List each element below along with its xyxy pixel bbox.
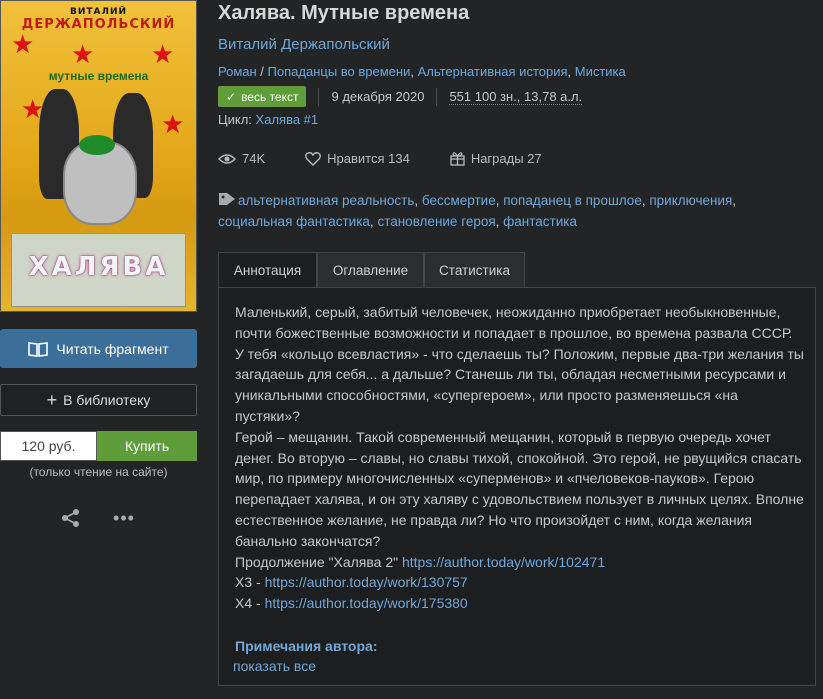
tag-link[interactable]: приключения <box>649 193 732 208</box>
x3-line: Х3 - https://author.today/work/130757 <box>235 572 805 593</box>
purchase-note: (только чтение на сайте) <box>29 465 168 479</box>
plus-icon: + <box>46 390 58 410</box>
sequel-line: Продолжение "Халява 2" https://author.to… <box>235 552 805 573</box>
x3-link[interactable]: https://author.today/work/130757 <box>265 574 468 590</box>
genre-list: Роман / Попаданцы во времени, Альтернати… <box>218 64 626 79</box>
genre-link[interactable]: Роман <box>218 64 257 79</box>
genre-link[interactable]: Альтернативная история <box>418 64 568 79</box>
show-all-link[interactable]: показать все <box>233 658 316 674</box>
tag-link[interactable]: становление героя <box>377 214 495 229</box>
annotation-paragraph: Герой – мещанин. Такой современный мещан… <box>235 428 804 549</box>
eye-icon <box>218 153 236 164</box>
add-to-library-button[interactable]: + В библиотеку <box>0 384 197 416</box>
status-row: ✓ весь текст 9 декабря 2020 551 100 зн.,… <box>218 86 583 107</box>
annotation-panel: Маленький, серый, забитый человечек, нео… <box>218 287 816 686</box>
cover-dollar-bill: ХАЛЯВА <box>11 233 186 307</box>
read-fragment-button[interactable]: Читать фрагмент <box>0 329 197 368</box>
cover-author-first: ВИТАЛИЙ <box>69 7 128 17</box>
cycle-link[interactable]: Халява #1 <box>256 112 319 127</box>
publish-date: 9 декабря 2020 <box>331 89 425 104</box>
share-icon[interactable] <box>60 507 82 529</box>
cover-title: ХАЛЯВА <box>28 252 169 282</box>
cover-star: ★ <box>71 39 95 69</box>
cover-gem <box>79 135 115 155</box>
heart-icon <box>305 152 322 166</box>
likes-count: Нравится 134 <box>327 151 410 166</box>
divider <box>436 87 438 106</box>
tab-annotation[interactable]: Аннотация <box>218 252 317 287</box>
sequel-link[interactable]: https://author.today/work/102471 <box>402 554 605 570</box>
awards-stat[interactable]: Награды 27 <box>450 151 542 166</box>
cover-author-last: ДЕРЖАПОЛЬСКИЙ <box>21 17 176 32</box>
cover-star: ★ <box>151 39 175 69</box>
tag-list: альтернативная реальность, бессмертие, п… <box>218 193 737 229</box>
divider <box>318 87 320 106</box>
annotation-paragraph: Маленький, серый, забитый человечек, нео… <box>235 304 804 424</box>
status-badge: ✓ весь текст <box>218 86 307 107</box>
tag-link[interactable]: фантастика <box>503 214 577 229</box>
tab-bar: Аннотация Оглавление Статистика <box>218 252 525 287</box>
x4-link[interactable]: https://author.today/work/175380 <box>265 595 468 611</box>
cover-subtitle: мутные времена <box>48 69 149 83</box>
tag-link[interactable]: попаданец в прошлое <box>503 193 642 208</box>
price-display: 120 руб. <box>0 431 97 461</box>
genre-link[interactable]: Попаданцы во времени <box>268 64 411 79</box>
more-options-icon[interactable]: ••• <box>113 507 135 529</box>
checkmark-icon: ✓ <box>226 89 237 104</box>
genre-link[interactable]: Мистика <box>575 64 626 79</box>
views-stat: 74K <box>218 151 265 166</box>
author-link[interactable]: Виталий Держапольский <box>218 36 390 53</box>
views-count: 74K <box>242 151 266 166</box>
gift-icon <box>450 152 465 166</box>
cover-star: ★ <box>11 29 35 59</box>
stats-row: 74K Нравится 134 Награды 27 <box>218 151 582 166</box>
tag-link[interactable]: бессмертие <box>422 193 496 208</box>
add-to-library-label: В библиотеку <box>63 392 151 408</box>
annotation-text: Маленький, серый, забитый человечек, нео… <box>235 302 805 614</box>
tag-icon <box>219 193 235 205</box>
tag-link[interactable]: социальная фантастика <box>218 214 370 229</box>
book-title: Халява. Мутные времена <box>218 2 470 24</box>
tab-contents[interactable]: Оглавление <box>317 252 424 287</box>
awards-count: Награды 27 <box>470 151 542 166</box>
book-cover[interactable]: ★ ★ ★ ★ ★ ВИТАЛИЙ ДЕРЖАПОЛЬСКИЙ мутные в… <box>0 0 197 312</box>
book-open-icon <box>28 341 49 357</box>
tag-link[interactable]: альтернативная реальность <box>238 193 414 208</box>
x4-label: Х4 - <box>235 595 261 612</box>
status-badge-label: весь текст <box>241 89 299 104</box>
cover-star: ★ <box>161 109 185 139</box>
x3-label: Х3 - <box>235 574 261 591</box>
book-size: 551 100 зн., 13,78 а.л. <box>449 88 583 105</box>
x4-line: Х4 - https://author.today/work/175380 <box>235 593 805 614</box>
sequel-label: Продолжение "Халява 2" <box>235 553 399 570</box>
cycle-label: Цикл: <box>218 112 252 127</box>
buy-button[interactable]: Купить <box>97 431 197 461</box>
read-fragment-label: Читать фрагмент <box>56 340 169 357</box>
author-notes-title: Примечания автора: <box>235 638 378 654</box>
cycle-row: Цикл: Халява #1 <box>218 112 318 127</box>
tab-statistics[interactable]: Статистика <box>424 252 525 287</box>
likes-stat[interactable]: Нравится 134 <box>305 151 410 166</box>
